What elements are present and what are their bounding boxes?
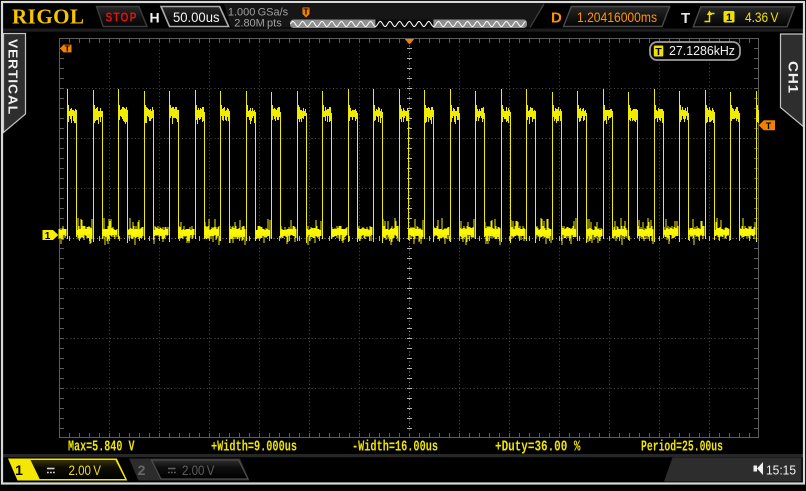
svg-text:1: 1 [15, 462, 23, 478]
svg-text:2.80M pts: 2.80M pts [234, 18, 282, 30]
svg-text:2: 2 [138, 462, 146, 478]
svg-text:15:15: 15:15 [766, 463, 796, 478]
svg-text:H: H [150, 10, 160, 26]
svg-text:T: T [655, 46, 662, 58]
svg-text:T: T [303, 7, 309, 17]
svg-text:+Duty=36.00 %: +Duty=36.00 % [495, 439, 581, 456]
svg-text:RIGOL: RIGOL [12, 5, 85, 29]
svg-text:T: T [766, 121, 772, 131]
svg-text:-Width=16.00us: -Width=16.00us [352, 439, 438, 456]
svg-text:T: T [65, 44, 71, 54]
svg-text:Max=5.840 V: Max=5.840 V [68, 439, 135, 456]
svg-text:VERTICAL: VERTICAL [6, 39, 21, 115]
svg-text:1: 1 [726, 12, 732, 24]
svg-text:D: D [551, 10, 562, 27]
svg-text:STOP: STOP [106, 11, 138, 25]
svg-text:2.00 V: 2.00 V [182, 463, 215, 478]
svg-text:50.00us: 50.00us [173, 9, 220, 25]
svg-text:T: T [681, 10, 690, 27]
svg-text:4.36 V: 4.36 V [745, 10, 779, 25]
svg-text:+Width=9.000us: +Width=9.000us [211, 439, 297, 456]
svg-text:CH1: CH1 [786, 61, 802, 94]
svg-text:2.00 V: 2.00 V [69, 463, 102, 478]
svg-text:27.1286kHz: 27.1286kHz [669, 44, 735, 58]
svg-text:Period=25.00us: Period=25.00us [641, 439, 723, 456]
svg-text:1.20416000ms: 1.20416000ms [577, 9, 657, 25]
svg-text:1: 1 [45, 231, 51, 242]
